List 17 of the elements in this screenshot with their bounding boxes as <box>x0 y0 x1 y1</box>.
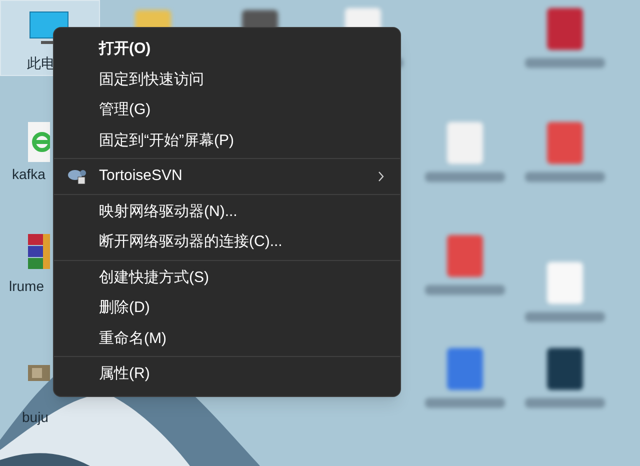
file-icon <box>547 262 583 304</box>
menu-item[interactable]: 映射网络驱动器(N)... <box>54 196 400 227</box>
icon-label: kafka <box>12 165 46 184</box>
icon-label: buju <box>22 408 48 427</box>
menu-item[interactable]: 重命名(M) <box>54 324 400 354</box>
file-icon <box>447 122 483 164</box>
file-icon <box>447 235 483 277</box>
file-icon <box>547 8 583 50</box>
file-icon <box>447 348 483 390</box>
menu-item[interactable]: 属性(R) <box>54 359 400 390</box>
image-icon <box>28 365 50 381</box>
file-icon <box>547 122 583 164</box>
archive-icon <box>28 234 50 270</box>
file-icon <box>547 348 583 390</box>
menu-item[interactable]: TortoiseSVN <box>54 161 400 192</box>
icon-label: lrume <box>9 277 44 296</box>
browser-icon <box>28 122 50 162</box>
